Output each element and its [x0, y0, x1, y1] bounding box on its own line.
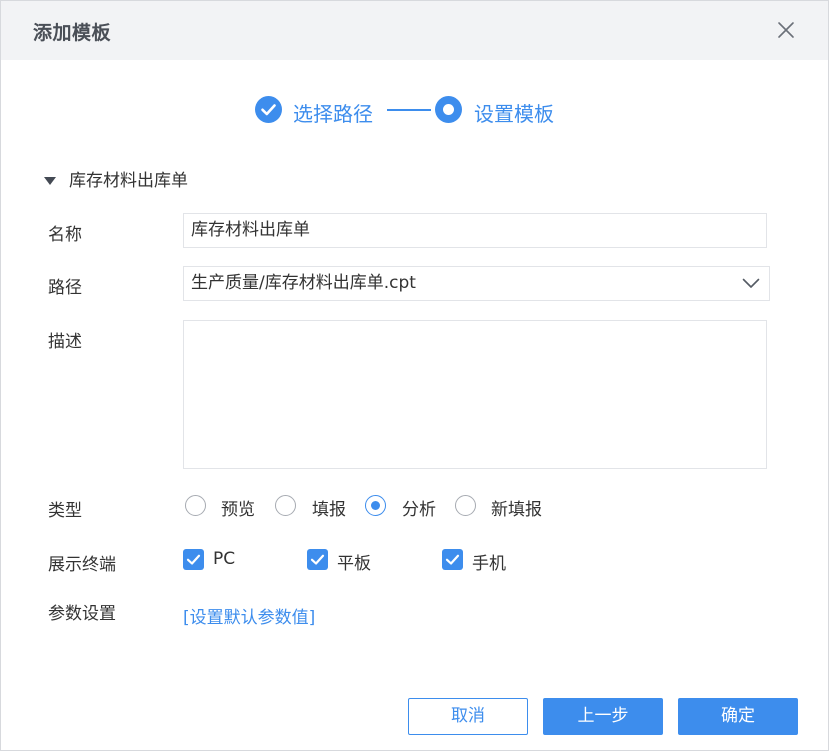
radio-analysis[interactable]	[365, 495, 386, 516]
dot-icon	[435, 96, 462, 123]
checkbox-mobile[interactable]	[442, 549, 463, 570]
prev-step-button[interactable]: 上一步	[543, 698, 663, 735]
name-label: 名称	[48, 225, 82, 245]
set-default-params-link[interactable]: [设置默认参数值]	[183, 603, 315, 628]
path-label: 路径	[48, 278, 82, 298]
radio-analysis-label[interactable]: 分析	[402, 495, 436, 520]
confirm-button[interactable]: 确定	[678, 698, 798, 735]
checkbox-mobile-label[interactable]: 手机	[472, 549, 506, 574]
step-select-path-label: 选择路径	[293, 102, 373, 126]
chevron-down-icon	[742, 278, 760, 288]
step-set-template-label: 设置模板	[474, 102, 554, 126]
radio-fill[interactable]	[275, 495, 296, 516]
checkbox-tablet[interactable]	[307, 549, 328, 570]
name-input[interactable]: 库存材料出库单	[183, 213, 767, 248]
path-select-value: 生产质量/库存材料出库单.cpt	[191, 273, 416, 293]
radio-preview[interactable]	[185, 495, 206, 516]
close-icon[interactable]	[775, 19, 797, 41]
path-select[interactable]: 生产质量/库存材料出库单.cpt	[183, 266, 770, 301]
description-textarea[interactable]	[183, 320, 767, 469]
radio-fill-label[interactable]: 填报	[312, 495, 346, 520]
checkbox-pc[interactable]	[183, 549, 204, 570]
type-label: 类型	[48, 501, 82, 521]
wizard-steps: 选择路径 设置模板	[1, 93, 828, 127]
params-label: 参数设置	[48, 604, 116, 624]
radio-new-fill[interactable]	[455, 495, 476, 516]
section-title[interactable]: 库存材料出库单	[69, 166, 188, 191]
checkbox-pc-label[interactable]: PC	[213, 549, 235, 569]
dialog-title: 添加模板	[33, 22, 112, 44]
dialog-header: 添加模板	[1, 1, 828, 60]
checkbox-tablet-label[interactable]: 平板	[337, 549, 371, 574]
radio-preview-label[interactable]: 预览	[221, 495, 255, 520]
caret-down-icon[interactable]	[44, 171, 56, 185]
description-label: 描述	[48, 332, 82, 352]
terminals-label: 展示终端	[48, 555, 116, 575]
cancel-button[interactable]: 取消	[408, 698, 528, 735]
add-template-dialog: 添加模板 选择路径 设置模板 库存材料出库单 名称 库存材料出库单 路径 生产质…	[0, 0, 829, 751]
radio-new-fill-label[interactable]: 新填报	[491, 495, 542, 520]
step-connector	[387, 109, 431, 111]
check-icon	[255, 96, 282, 123]
